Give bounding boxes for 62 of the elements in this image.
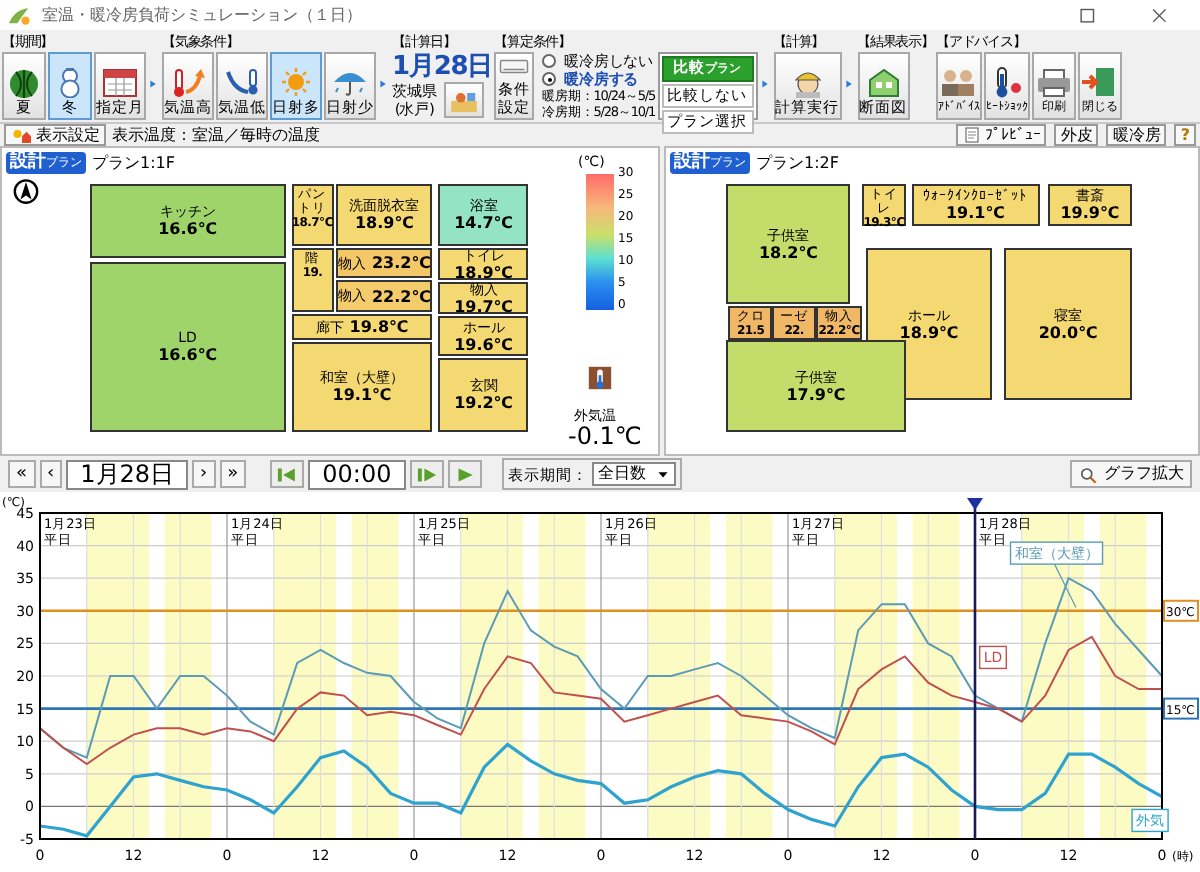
house-icon <box>863 66 904 98</box>
room-temperature: 20.0℃ <box>1038 323 1098 341</box>
people-icon <box>938 66 979 98</box>
room-temperature: 18.9℃ <box>454 263 513 281</box>
compass-icon <box>10 176 42 204</box>
step-back-button[interactable] <box>270 460 305 488</box>
first-button[interactable]: « <box>8 460 36 488</box>
window-title: 室温・暖冷房負荷シミュレーション（１日） <box>42 5 362 25</box>
calc-date: 1月28日 <box>392 52 493 82</box>
radio-button[interactable] <box>542 54 557 68</box>
thermometer-curve-icon <box>222 66 262 98</box>
radio-button[interactable] <box>542 72 557 86</box>
zoom-graph-button[interactable]: グラフ拡大 <box>1070 460 1192 488</box>
next-button[interactable]: › <box>192 460 216 488</box>
sun-house-icon <box>10 126 34 144</box>
view-tab[interactable]: ﾌﾟﾚﾋﾞｭｰ <box>956 124 1047 146</box>
outdoor-temperature: -0.1℃ <box>568 424 642 452</box>
map-icon <box>448 88 481 114</box>
thermometer-arrow-icon <box>168 66 208 98</box>
room-temperature: 14.7℃ <box>454 214 513 232</box>
step-back-icon <box>274 463 301 485</box>
room-temperature: 23.2℃ <box>371 254 431 272</box>
room-temperature: 19.8℃ <box>349 318 409 336</box>
play-button[interactable] <box>447 460 482 488</box>
display-settings-button[interactable]: 表示設定 <box>4 124 106 146</box>
temperature-scale <box>586 174 614 310</box>
room-temperature: 19.6℃ <box>454 335 513 353</box>
room-temperature: 22.2℃ <box>371 287 431 305</box>
last-button[interactable]: » <box>219 460 247 488</box>
room-temperature: 19.1℃ <box>332 386 392 404</box>
room-temperature: 18.2℃ <box>758 243 818 261</box>
leader-line <box>1053 563 1077 609</box>
help-button[interactable]: ? <box>1174 124 1196 146</box>
app-icon <box>6 4 34 26</box>
step-forward-icon <box>413 463 440 485</box>
calendar-icon <box>100 66 140 98</box>
room-temperature: 16.6℃ <box>158 220 218 238</box>
view-tab[interactable]: 暖冷房 <box>1106 124 1167 146</box>
watermelon-icon <box>4 66 44 98</box>
view-tab[interactable]: 外皮 <box>1054 124 1099 146</box>
printer-icon <box>1033 66 1074 98</box>
map-button[interactable] <box>444 82 485 118</box>
caret-icon <box>653 466 672 482</box>
room-temperature: 18.9℃ <box>354 214 414 232</box>
plan-title: プラン1:2F <box>756 153 839 173</box>
prev-button[interactable]: ‹ <box>39 460 63 488</box>
room-temperature: 19.2℃ <box>454 394 513 412</box>
room-temperature: 18.9℃ <box>899 323 959 341</box>
room-temperature: 16.6℃ <box>158 346 218 364</box>
time-field[interactable]: 00:00 <box>308 459 406 489</box>
room-temperature: 19.1℃ <box>945 204 1005 222</box>
plan-title: プラン1:1F <box>92 153 175 173</box>
room-temperature: 17.9℃ <box>786 385 846 403</box>
period-select[interactable]: 全日数 <box>591 462 676 486</box>
step-forward-button[interactable] <box>409 460 444 488</box>
date-field[interactable]: 1月28日 <box>66 459 189 489</box>
room-temperature: 19.9℃ <box>1060 204 1120 222</box>
room-temperature: 19.7℃ <box>454 297 513 315</box>
display-temperature-text: 表示温度：室温／毎時の温度 <box>112 125 320 145</box>
sun-icon <box>276 66 316 98</box>
search-icon <box>1078 465 1100 483</box>
door-icon <box>1079 66 1120 98</box>
